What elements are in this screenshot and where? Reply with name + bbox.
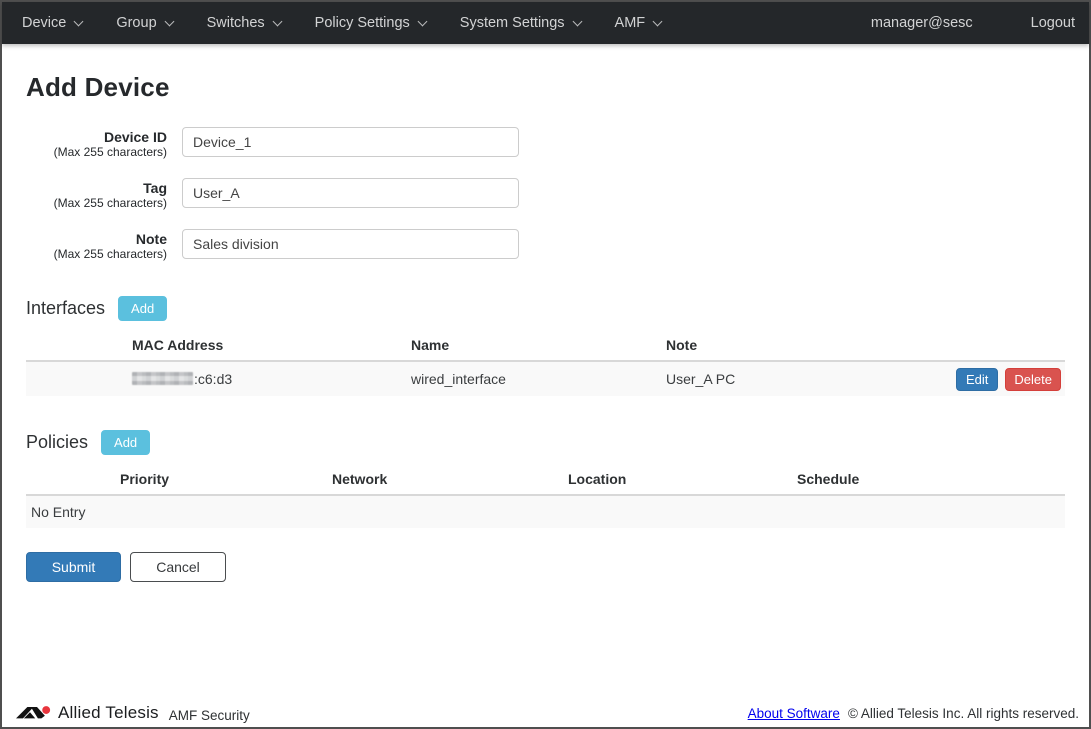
tag-label: Tag: [26, 180, 167, 196]
device-id-label: Device ID: [26, 129, 167, 145]
amf-security-window: { "navbar": { "items": [ { "label": "Dev…: [0, 0, 1091, 729]
nav-menu-system-settings[interactable]: System Settings: [450, 15, 591, 31]
product-name: AMF Security: [169, 704, 250, 723]
note-hint: (Max 255 characters): [26, 247, 167, 262]
device-form: Device ID (Max 255 characters) Tag (Max …: [26, 127, 1065, 262]
nav-menu-amf-label: AMF: [615, 15, 646, 31]
about-software-link[interactable]: About Software: [748, 706, 840, 721]
logout-button[interactable]: Logout: [1031, 15, 1075, 31]
col-header-mac-address: MAC Address: [132, 337, 411, 353]
mac-visible-part: :c6:d3: [194, 371, 232, 387]
interfaces-add-button[interactable]: Add: [118, 296, 167, 321]
interfaces-table-header: MAC Address Name Note: [26, 337, 1065, 362]
cancel-button[interactable]: Cancel: [130, 552, 226, 582]
policies-add-button[interactable]: Add: [101, 430, 150, 455]
interface-delete-button[interactable]: Delete: [1005, 368, 1061, 391]
interface-mac-address: :c6:d3: [132, 371, 411, 387]
form-actions: Submit Cancel: [26, 552, 1065, 582]
col-header-name: Name: [411, 337, 666, 353]
col-header-note: Note: [666, 337, 1065, 353]
form-group-device-id: Device ID (Max 255 characters): [26, 127, 1065, 160]
interface-row: :c6:d3 wired_interface User_A PC Edit De…: [26, 362, 1065, 396]
interface-edit-button[interactable]: Edit: [956, 368, 998, 391]
nav-menu-policy-settings[interactable]: Policy Settings: [305, 15, 436, 31]
chevron-down-icon: [164, 16, 174, 26]
policies-table-header: Priority Network Location Schedule: [26, 471, 1065, 496]
interface-name: wired_interface: [411, 371, 666, 387]
nav-menu-device[interactable]: Device: [12, 15, 92, 31]
nav-menu-group-label: Group: [116, 15, 156, 31]
form-group-tag: Tag (Max 255 characters): [26, 178, 1065, 211]
chevron-down-icon: [653, 16, 663, 26]
col-header-location: Location: [568, 471, 797, 487]
device-id-input[interactable]: [182, 127, 519, 157]
note-input[interactable]: [182, 229, 519, 259]
note-label: Note: [26, 231, 167, 247]
mac-redacted-blur: [132, 372, 193, 385]
brand-name: Allied Telesis: [58, 703, 159, 723]
interfaces-section: Interfaces Add MAC Address Name Note :c6…: [26, 296, 1065, 396]
col-header-network: Network: [332, 471, 568, 487]
policies-empty-row: No Entry: [26, 496, 1065, 528]
policies-title: Policies: [26, 432, 88, 453]
chevron-down-icon: [272, 16, 282, 26]
main-content: Add Device Device ID (Max 255 characters…: [2, 72, 1089, 582]
allied-telesis-logo-icon: [16, 705, 51, 722]
col-header-schedule: Schedule: [797, 471, 1065, 487]
nav-menu-group[interactable]: Group: [106, 15, 182, 31]
page-title: Add Device: [26, 72, 1065, 103]
nav-menu-switches-label: Switches: [207, 15, 265, 31]
col-header-priority: Priority: [120, 471, 332, 487]
chevron-down-icon: [74, 16, 84, 26]
policies-table: Priority Network Location Schedule No En…: [26, 471, 1065, 528]
logged-in-user: manager@sesc: [871, 15, 973, 31]
nav-menu-amf[interactable]: AMF: [605, 15, 672, 31]
nav-menu-system-settings-label: System Settings: [460, 15, 565, 31]
interface-note: User_A PC: [666, 371, 956, 387]
form-group-note: Note (Max 255 characters): [26, 229, 1065, 262]
tag-hint: (Max 255 characters): [26, 196, 167, 211]
copyright-text: © Allied Telesis Inc. All rights reserve…: [848, 706, 1079, 721]
page-footer: Allied Telesis AMF Security About Softwa…: [2, 703, 1089, 723]
top-navbar: Device Group Switches Policy Settings Sy…: [2, 2, 1089, 44]
submit-button[interactable]: Submit: [26, 552, 121, 582]
navbar-right: manager@sesc Logout: [871, 15, 1075, 31]
device-id-hint: (Max 255 characters): [26, 145, 167, 160]
tag-input[interactable]: [182, 178, 519, 208]
nav-menu-policy-settings-label: Policy Settings: [315, 15, 410, 31]
interfaces-title: Interfaces: [26, 298, 105, 319]
nav-menu-device-label: Device: [22, 15, 66, 31]
nav-menu-switches[interactable]: Switches: [197, 15, 291, 31]
policies-section: Policies Add Priority Network Location S…: [26, 430, 1065, 528]
chevron-down-icon: [572, 16, 582, 26]
chevron-down-icon: [417, 16, 427, 26]
interfaces-table: MAC Address Name Note :c6:d3 wired_inter…: [26, 337, 1065, 396]
